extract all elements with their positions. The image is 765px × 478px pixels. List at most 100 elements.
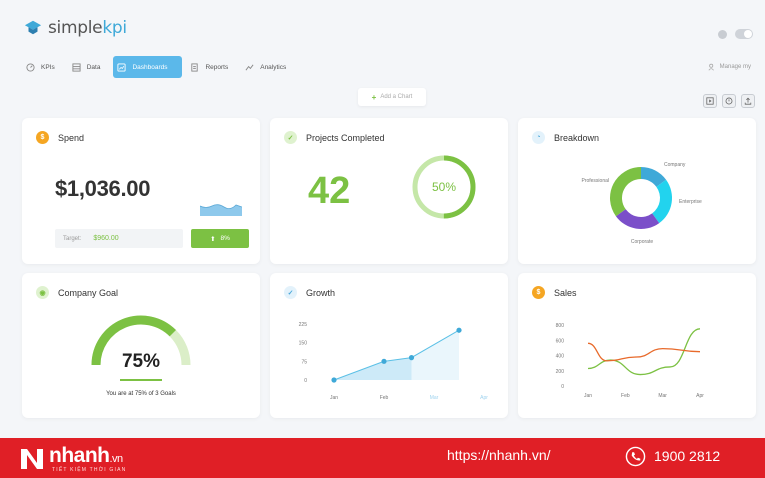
card-title: Projects Completed [306, 132, 385, 143]
share-button[interactable] [741, 94, 755, 108]
x-tick-label: Feb [621, 393, 630, 399]
change-badge: ⬆ 8% [191, 229, 249, 248]
y-tick-label: 225 [299, 322, 308, 328]
x-tick-label: Apr [696, 393, 704, 399]
slice-label: Corporate [631, 239, 653, 245]
y-tick-label: 0 [304, 378, 307, 384]
x-tick-label: Feb [380, 395, 389, 401]
slice-label: Professional [581, 178, 609, 184]
logo-text: simplekpi [48, 18, 127, 38]
sales-series-line [587, 328, 701, 376]
y-tick-label: 800 [556, 323, 565, 329]
promo-banner: nhanh.vn TIẾT KIỆM THỜI GIAN https://nha… [0, 438, 765, 478]
alert-icon [725, 97, 733, 105]
x-tick-label: Jan [584, 393, 592, 399]
manage-label: Manage my [719, 64, 751, 70]
x-tick-label: Mar [430, 395, 439, 401]
breakdown-donut-chart: Company Enterprise Corporate Professional [581, 162, 702, 245]
donut-slice [615, 209, 660, 229]
area-fill-projected [411, 330, 459, 380]
nav-item-analytics[interactable]: Analytics [241, 56, 295, 78]
nav-label: Dashboards [132, 63, 168, 71]
header-controls [718, 29, 753, 39]
change-value: 8% [220, 235, 230, 242]
y-tick-label: 600 [556, 338, 565, 344]
nav-item-data[interactable]: Data [68, 56, 110, 78]
add-chart-button[interactable]: + Add a Chart [358, 88, 426, 106]
arrow-up-icon: ⬆ [210, 235, 216, 243]
growth-card[interactable]: ✓ Growth 225 150 75 0 Jan Feb Mar Apr [270, 273, 508, 418]
x-tick-label: Jan [330, 395, 338, 401]
main-nav: KPIs Data Dashboards Reports Analytics [22, 56, 295, 78]
info-icon[interactable] [718, 29, 727, 39]
goal-value: 75% [121, 351, 161, 372]
banner-phone[interactable]: 1900 2812 [654, 448, 720, 464]
x-tick-label: Apr [480, 395, 488, 401]
donut-slice [610, 167, 641, 217]
card-header: ✓ Projects Completed [284, 131, 385, 144]
dashboard-tools [703, 94, 755, 108]
graduation-cap-icon [24, 20, 42, 35]
y-tick-label: 400 [556, 354, 565, 360]
card-header: ◉ Company Goal [36, 286, 118, 299]
target-label: Target: [63, 235, 82, 242]
dashboard-icon [117, 62, 127, 72]
growth-point [381, 358, 387, 364]
projects-value: 42 [308, 170, 351, 212]
projects-card[interactable]: ✓ Projects Completed 42 50% [270, 118, 508, 264]
target-value: $960.00 [93, 235, 119, 242]
banner-url-link[interactable]: https://nhanh.vn/ [447, 447, 551, 463]
spend-value: $1,036.00 [55, 176, 151, 201]
nav-item-reports[interactable]: Reports [186, 56, 237, 78]
y-tick-label: 150 [299, 341, 308, 347]
nhanh-logo-icon [21, 449, 43, 469]
growth-area-chart: 225 150 75 0 Jan Feb Mar Apr [299, 322, 489, 401]
y-tick-label: 0 [561, 384, 564, 390]
add-chart-label: Add a Chart [380, 94, 413, 100]
sales-card[interactable]: $ Sales 800 600 400 200 0 Jan Feb Mar Apr [518, 273, 756, 418]
growth-point [408, 355, 415, 361]
projects-progress-ring: 50% [412, 155, 476, 219]
phone-icon [625, 446, 646, 467]
area-fill-actual [334, 357, 412, 380]
card-header: $ Spend [36, 131, 84, 144]
card-title: Spend [58, 132, 85, 143]
breakdown-card[interactable]: ◔ Breakdown Company Enterprise Corporate Pr… [518, 118, 756, 264]
dollar-icon: $ [36, 131, 49, 144]
sales-line-chart: 800 600 400 200 0 Jan Feb Mar Apr [556, 323, 705, 399]
plus-icon: + [371, 92, 377, 102]
theme-toggle[interactable] [735, 29, 753, 39]
donut-slice [652, 179, 672, 224]
check-icon: ✓ [284, 131, 297, 144]
dashboard-app: simplekpi KPIs Data Dashboards Reports A… [0, 0, 765, 438]
company-goal-card[interactable]: ◉ Company Goal 75% You are at 75% of 3 G… [22, 273, 260, 418]
target-box: Target: $960.00 [55, 229, 183, 248]
nav-item-kpis[interactable]: KPIs [22, 56, 64, 78]
nav-label: Data [86, 63, 101, 71]
document-icon [191, 62, 199, 72]
table-icon [72, 62, 81, 72]
y-tick-label: 75 [301, 359, 307, 365]
spend-sparkline [200, 204, 242, 216]
upload-icon [744, 97, 752, 105]
y-tick-label: 200 [556, 369, 565, 375]
analytics-icon [245, 64, 254, 70]
slice-label: Company [664, 162, 686, 168]
nav-label: KPIs [41, 63, 55, 71]
gauge-icon [26, 62, 35, 72]
x-tick-label: Mar [658, 393, 667, 399]
alert-button[interactable] [722, 94, 736, 108]
nav-item-dashboards[interactable]: Dashboards [113, 56, 183, 78]
manage-menu[interactable]: Manage my [708, 63, 751, 71]
growth-point [456, 327, 462, 333]
banner-brand[interactable]: nhanh.vn [49, 444, 123, 468]
nav-label: Analytics [260, 63, 287, 71]
spend-card[interactable]: $ Spend $1,036.00 Target: $960.00 ⬆ 8% [22, 118, 260, 264]
growth-point [331, 377, 337, 383]
goal-caption: You are at 75% of 3 Goals [106, 391, 176, 397]
goal-underline [120, 379, 162, 381]
present-icon [706, 97, 714, 105]
app-logo[interactable]: simplekpi [24, 18, 127, 38]
present-button[interactable] [703, 94, 717, 108]
banner-slogan: TIẾT KIỆM THỜI GIAN [52, 467, 127, 473]
